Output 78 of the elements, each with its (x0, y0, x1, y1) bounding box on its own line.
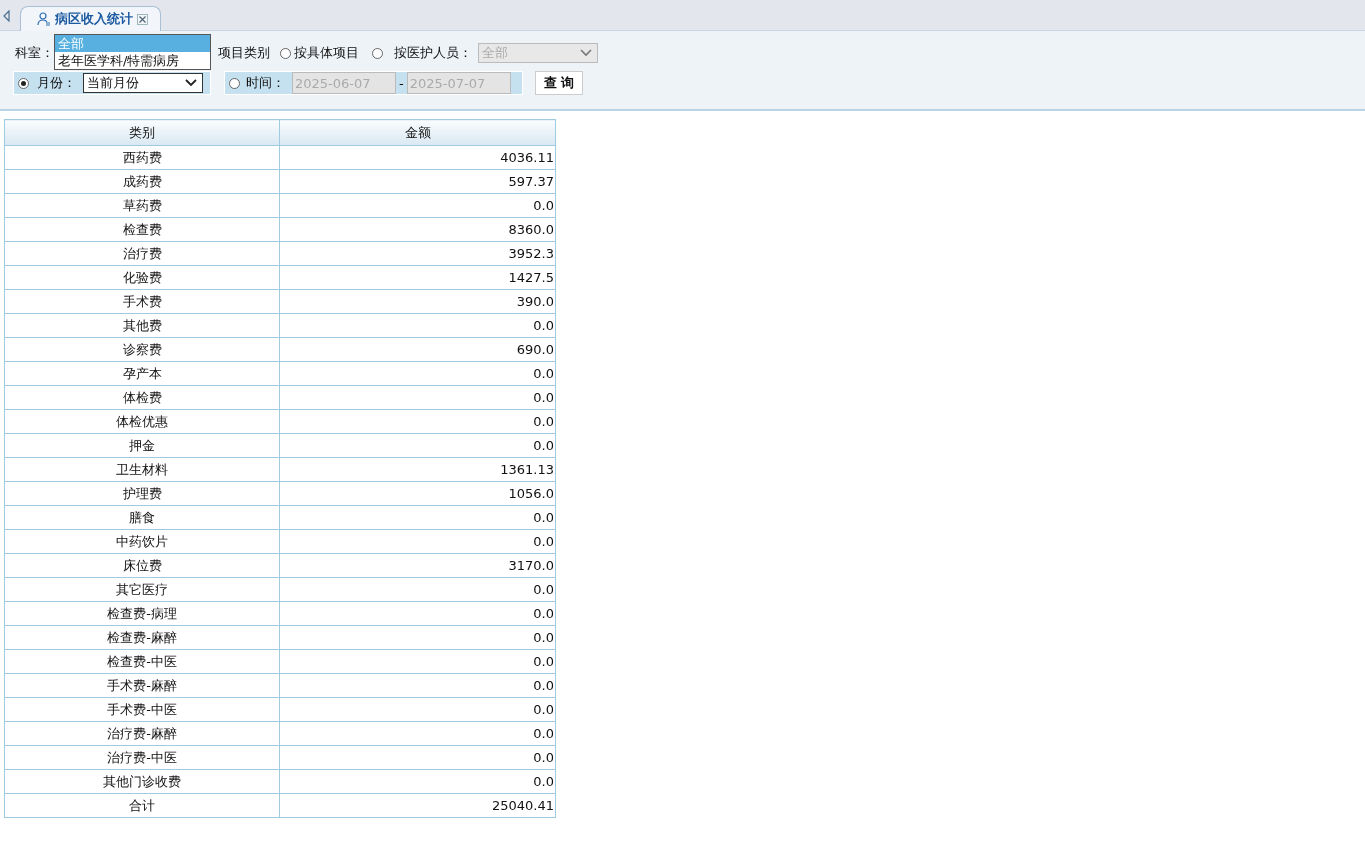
table-cell: 卫生材料 (4, 457, 280, 482)
table-cell: 检查费-中医 (4, 649, 280, 674)
chevron-icon (185, 79, 197, 87)
table-cell: 1056.0 (279, 481, 556, 506)
table-cell: 0.0 (279, 649, 556, 674)
table-cell: 0.0 (279, 745, 556, 770)
table-cell: 其它医疗 (4, 577, 280, 602)
month-select[interactable]: 当前月份 (83, 73, 203, 93)
table-cell: 4036.11 (279, 145, 556, 170)
table-cell: 护理费 (4, 481, 280, 506)
tab-label: 病区收入统计 (55, 10, 133, 28)
table-cell: 1427.5 (279, 265, 556, 290)
table-cell: 床位费 (4, 553, 280, 578)
table-cell: 0.0 (279, 529, 556, 554)
table-cell: 体检优惠 (4, 409, 280, 434)
column-header: 金额 (279, 119, 556, 146)
table-cell: 597.37 (279, 169, 556, 194)
table-cell: 手术费-中医 (4, 697, 280, 722)
table-cell: 体检费 (4, 385, 280, 410)
table-cell: 0.0 (279, 721, 556, 746)
radio-button[interactable] (229, 77, 240, 89)
table-cell: 0.0 (279, 385, 556, 410)
table-cell: 0.0 (279, 505, 556, 530)
table-cell: 西药费 (4, 145, 280, 170)
table-cell: 治疗费-麻醉 (4, 721, 280, 746)
table-cell: 0.0 (279, 769, 556, 794)
table-cell: 690.0 (279, 337, 556, 362)
table-cell: 0.0 (279, 697, 556, 722)
table-cell: 0.0 (279, 577, 556, 602)
table-cell: 诊察费 (4, 337, 280, 362)
staff-option-label: 按医护人员： (394, 44, 472, 62)
table-cell: 孕产本 (4, 361, 280, 386)
table-cell: 化验费 (4, 265, 280, 290)
table-cell: 0.0 (279, 313, 556, 338)
dropdown-option[interactable]: 老年医学科/特需病房 (55, 52, 210, 69)
table-cell: 成药费 (4, 169, 280, 194)
table-cell: 0.0 (279, 409, 556, 434)
table-cell: 3952.3 (279, 241, 556, 266)
table-cell: 检查费-麻醉 (4, 625, 280, 650)
table-cell: 合计 (4, 793, 280, 818)
table-cell: 手术费-麻醉 (4, 673, 280, 698)
table-cell: 0.0 (279, 601, 556, 626)
table-cell: 0.0 (279, 193, 556, 218)
table-cell: 0.0 (279, 361, 556, 386)
month-label: 月份： (37, 74, 76, 92)
table-cell: 其他门诊收费 (4, 769, 280, 794)
query-button[interactable]: 查 询 (535, 71, 583, 95)
radio-button[interactable] (280, 47, 291, 59)
table-cell: 治疗费-中医 (4, 745, 280, 770)
table-cell: 草药费 (4, 193, 280, 218)
close-icon[interactable] (137, 13, 148, 25)
column-header: 类别 (4, 119, 280, 146)
table-cell: 1361.13 (279, 457, 556, 482)
time-label: 时间： (246, 74, 285, 92)
tab[interactable]: 病区收入统计 (20, 6, 161, 31)
table-cell: 其他费 (4, 313, 280, 338)
date-separator: - (399, 75, 404, 91)
table-cell: 检查费 (4, 217, 280, 242)
table-cell: 25040.41 (279, 793, 556, 818)
radio-button[interactable] (18, 77, 29, 89)
department-label: 科室： (15, 44, 54, 62)
table-cell: 押金 (4, 433, 280, 458)
table-cell: 3170.0 (279, 553, 556, 578)
category-option-label: 项目类别 (218, 44, 270, 62)
table-cell: 0.0 (279, 433, 556, 458)
table-cell: 手术费 (4, 289, 280, 314)
item-option-label: 按具体项目 (294, 44, 359, 62)
table-cell: 治疗费 (4, 241, 280, 266)
table-cell: 膳食 (4, 505, 280, 530)
table-cell: 0.0 (279, 673, 556, 698)
user-icon (37, 12, 51, 26)
table-cell: 0.0 (279, 625, 556, 650)
table-cell: 8360.0 (279, 217, 556, 242)
scroll-left-icon[interactable] (3, 10, 10, 22)
table-cell: 390.0 (279, 289, 556, 314)
table-cell: 中药饮片 (4, 529, 280, 554)
chevron-icon (580, 49, 592, 57)
table-cell: 检查费-病理 (4, 601, 280, 626)
